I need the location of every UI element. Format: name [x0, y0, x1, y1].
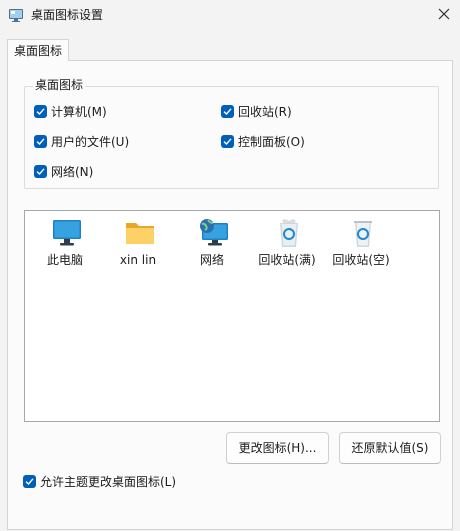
- title-bar: 桌面图标设置: [0, 0, 460, 30]
- group-legend: 桌面图标: [33, 78, 86, 92]
- checkbox-checked-icon[interactable]: [34, 165, 47, 178]
- checkbox-control-panel-label: 控制面板(O): [238, 135, 305, 149]
- change-icon-button[interactable]: 更改图标(H)...: [226, 432, 329, 464]
- desktop-icon-settings-dialog: 桌面图标设置 桌面图标 桌面图标 计算机(M) 回收站(R) 用户的文件(U): [0, 0, 460, 531]
- checkbox-network-label: 网络(N): [51, 165, 94, 179]
- list-item-user-folder[interactable]: xin lin: [103, 214, 173, 274]
- tab-label: 桌面图标: [14, 44, 63, 58]
- checkbox-checked-icon[interactable]: [23, 475, 36, 488]
- list-item-network[interactable]: 网络: [177, 214, 247, 274]
- recycle-bin-empty-icon: [347, 217, 379, 249]
- restore-default-button[interactable]: 还原默认值(S): [339, 432, 441, 464]
- checkbox-checked-icon[interactable]: [221, 105, 234, 118]
- checkbox-computer-label: 计算机(M): [51, 105, 107, 119]
- checkbox-checked-icon[interactable]: [34, 105, 47, 118]
- window-title: 桌面图标设置: [31, 8, 104, 22]
- list-item-label: 回收站(空): [332, 253, 390, 267]
- folder-icon: [124, 217, 156, 249]
- recycle-bin-full-icon: [273, 217, 305, 249]
- close-button[interactable]: [426, 0, 460, 30]
- network-icon: [198, 217, 230, 249]
- checkbox-checked-icon[interactable]: [34, 135, 47, 148]
- list-item-recycle-bin-full[interactable]: 回收站(满): [252, 214, 322, 274]
- tab-desktop-icons[interactable]: 桌面图标: [7, 39, 69, 61]
- close-icon[interactable]: [438, 8, 450, 20]
- checkbox-allow-themes-label: 允许主题更改桌面图标(L): [40, 475, 177, 489]
- checkbox-user-files-label: 用户的文件(U): [51, 135, 130, 149]
- monitor-icon: [51, 217, 83, 249]
- checkbox-checked-icon[interactable]: [221, 135, 234, 148]
- checkbox-recycle-bin-label: 回收站(R): [238, 105, 292, 119]
- icon-list[interactable]: 此电脑 xin lin 网络 回收站(满) 回收站(空): [24, 210, 440, 422]
- display-settings-icon: [8, 7, 24, 23]
- list-item-this-pc[interactable]: 此电脑: [30, 214, 100, 274]
- list-item-recycle-bin-empty[interactable]: 回收站(空): [326, 214, 396, 274]
